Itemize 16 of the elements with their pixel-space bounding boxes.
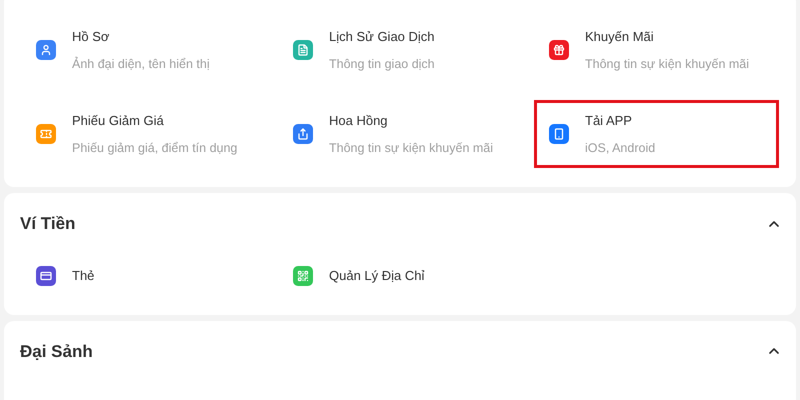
section-title: Ví Tiền — [20, 213, 76, 235]
menu-item-subtitle: iOS, Android — [585, 140, 656, 156]
menu-item-subtitle: Phiếu giảm giá, điểm tín dụng — [72, 140, 238, 156]
section-title: Đại Sảnh — [20, 340, 93, 362]
menu-item-title[interactable]: Phiếu Giảm Giá — [72, 112, 238, 128]
menu-item-subtitle: Thông tin sự kiện khuyến mãi — [329, 140, 494, 156]
menu-item-subtitle: Thông tin sự kiện khuyến mãi — [585, 56, 750, 72]
menu-item-title[interactable]: Lịch Sử Giao Dịch — [329, 28, 435, 44]
menu-item-title[interactable]: Hoa Hồng — [329, 112, 494, 128]
menu-item-title[interactable]: Khuyến Mãi — [585, 28, 750, 44]
menu-item-title[interactable]: Tải APP — [585, 112, 656, 128]
menu-item-subtitle: Thông tin giao dịch — [329, 56, 435, 72]
menu-item-title[interactable]: Hồ Sơ — [72, 28, 210, 44]
menu-item-title[interactable]: Thẻ — [72, 268, 94, 284]
menu-item-subtitle: Ảnh đại diện, tên hiển thị — [72, 56, 210, 72]
menu-item-title[interactable]: Quản Lý Địa Chỉ — [329, 268, 424, 284]
